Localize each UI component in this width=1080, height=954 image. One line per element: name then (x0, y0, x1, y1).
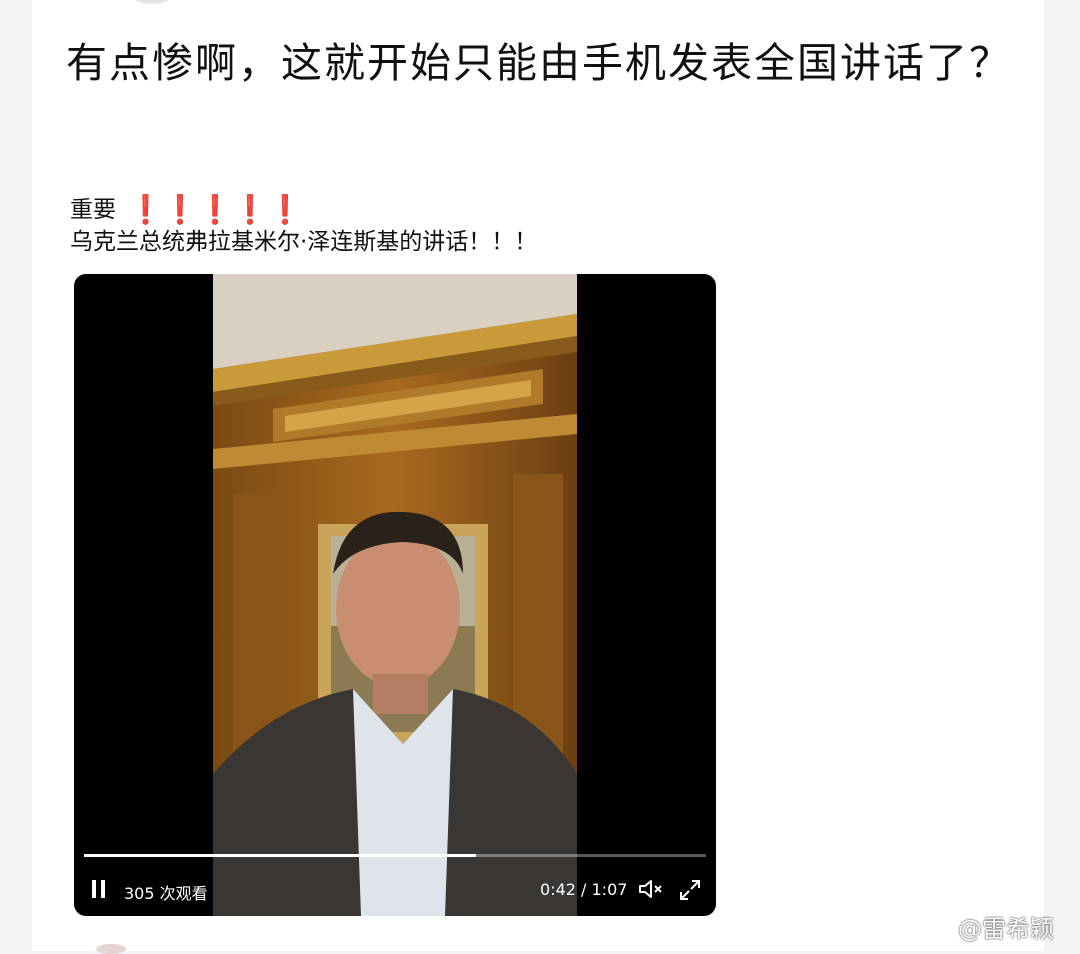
avatar[interactable] (128, 0, 176, 4)
post-text: 有点惨啊，这就开始只能由手机发表全国讲话了？ (66, 39, 1012, 87)
video-frame (213, 274, 577, 916)
weibo-logo-icon (917, 914, 951, 940)
progress-bar[interactable] (84, 854, 706, 857)
mute-icon[interactable] (638, 878, 664, 900)
video-time: 0:42 / 1:07 (540, 880, 628, 899)
watermark: @雷希颖 (916, 906, 1076, 946)
video-player[interactable]: 305 次观看 0:42 / 1:07 (74, 274, 716, 916)
pause-icon[interactable] (92, 880, 106, 898)
quoted-content: 重要 ❗❗❗❗❗ 乌克兰总统弗拉基米尔·泽连斯基的讲话！！！ (70, 194, 790, 258)
next-avatar (96, 944, 126, 954)
video-controls: 305 次观看 0:42 / 1:07 (74, 870, 716, 910)
fullscreen-icon[interactable] (678, 878, 702, 902)
view-count: 305 次观看 (124, 884, 208, 903)
quoted-label-line: 重要 ❗❗❗❗❗ (70, 194, 790, 226)
quoted-headline: 乌克兰总统弗拉基米尔·泽连斯基的讲话！！！ (70, 229, 538, 255)
exclamation-marks: ❗❗❗❗❗ (128, 193, 303, 226)
progress-fill (84, 854, 476, 857)
watermark-handle: @雷希颖 (958, 914, 1054, 943)
quoted-label: 重要 (70, 197, 116, 223)
video-still-image (213, 274, 577, 916)
